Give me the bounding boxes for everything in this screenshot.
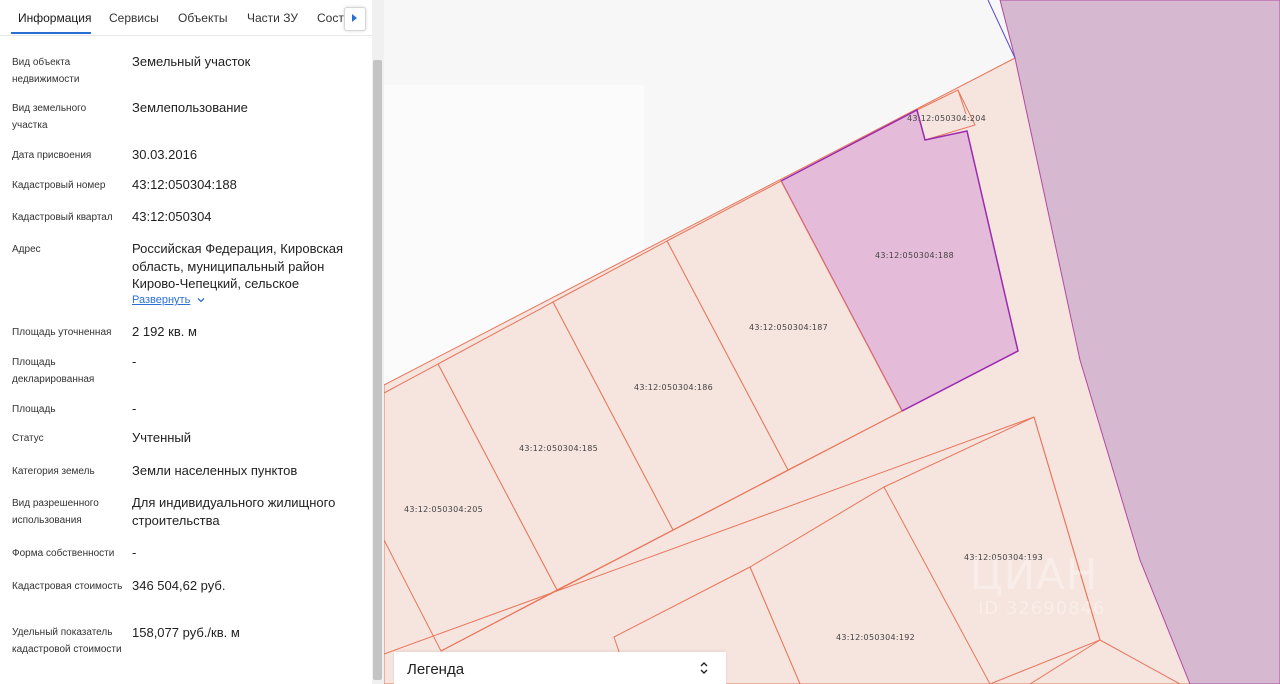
label-area: Площадь (12, 404, 56, 415)
expand-address-link[interactable]: Развернуть (132, 294, 190, 306)
value-cadastral-number: 43:12:050304:188 (132, 177, 237, 192)
parcel-label-192: 43:12:050304:192 (836, 633, 915, 642)
label-ownership-form: Форма собственности (12, 548, 115, 559)
parcel-label-187: 43:12:050304:187 (749, 323, 828, 332)
label-area-precise: Площадь уточненная (12, 327, 112, 338)
value-land-type: Землепользование (132, 100, 248, 115)
value-permitted-use: Для индивидуального жилищного строительс… (132, 495, 336, 528)
chevron-up-down-icon[interactable] (699, 660, 709, 676)
label-cadastral-cost: Кадастровая стоимость (12, 581, 123, 592)
info-panel: Информация Сервисы Объекты Части ЗУ Сост… (0, 0, 384, 684)
label-cadastral-number: Кадастровый номер (12, 180, 106, 191)
parcel-label-204: 43:12:050304:204 (907, 114, 986, 123)
label-status: Статус (12, 433, 44, 444)
parcel-label-185: 43:12:050304:185 (519, 444, 598, 453)
arrow-right-icon (352, 14, 357, 22)
label-land-category: Категория земель (12, 466, 95, 477)
legend-panel[interactable]: Легенда (394, 652, 726, 684)
value-land-category: Земли населенных пунктов (132, 463, 298, 478)
active-tab-indicator (11, 32, 91, 34)
value-specific-cost: 158,077 руб./кв. м (132, 625, 240, 640)
label-specific-cost: Удельный показатель кадастровой стоимост… (12, 627, 122, 655)
label-address: Адрес (12, 244, 41, 255)
tab-parts[interactable]: Части ЗУ (247, 11, 298, 25)
tabs-scroll-right-button[interactable] (344, 7, 366, 31)
parcel-label-205: 43:12:050304:205 (404, 505, 483, 514)
watermark: ЦИАН ID 32690846 (940, 548, 1160, 628)
label-area-declared: Площадь декларированная (12, 357, 95, 385)
label-assignment-date: Дата присвоения (12, 150, 92, 161)
value-area: - (132, 401, 137, 416)
scrollbar-thumb[interactable] (373, 60, 382, 680)
tab-objects[interactable]: Объекты (178, 11, 228, 25)
value-object-type: Земельный участок (132, 54, 251, 69)
chevron-down-icon[interactable] (197, 296, 205, 304)
label-cadastral-quarter: Кадастровый квартал (12, 212, 113, 223)
label-object-type: Вид объекта недвижимости (12, 57, 80, 85)
legend-title: Легенда (407, 661, 465, 678)
parcel-label-188: 43:12:050304:188 (875, 251, 954, 260)
value-cadastral-cost: 346 504,62 руб. (132, 578, 226, 593)
tab-information[interactable]: Информация (18, 11, 91, 25)
tab-bar: Информация Сервисы Объекты Части ЗУ Сост… (0, 0, 372, 36)
watermark-brand: ЦИАН (970, 550, 1099, 599)
value-address: Российская Федерация, Кировская область,… (132, 241, 344, 291)
parcel-label-186: 43:12:050304:186 (634, 383, 713, 392)
cadastral-map[interactable]: 43:12:050304:204 43:12:050304:188 43:12:… (384, 0, 1280, 684)
value-status: Учтенный (132, 430, 192, 445)
value-ownership-form: - (132, 545, 137, 560)
label-land-type: Вид земельного участка (12, 103, 87, 131)
watermark-id: ID 32690846 (978, 598, 1106, 619)
tab-services[interactable]: Сервисы (109, 11, 159, 25)
value-cadastral-quarter: 43:12:050304 (132, 209, 212, 224)
value-area-declared: - (132, 354, 137, 369)
value-area-precise: 2 192 кв. м (132, 324, 197, 339)
label-permitted-use: Вид разрешенного использования (12, 498, 99, 526)
value-assignment-date: 30.03.2016 (132, 147, 198, 162)
